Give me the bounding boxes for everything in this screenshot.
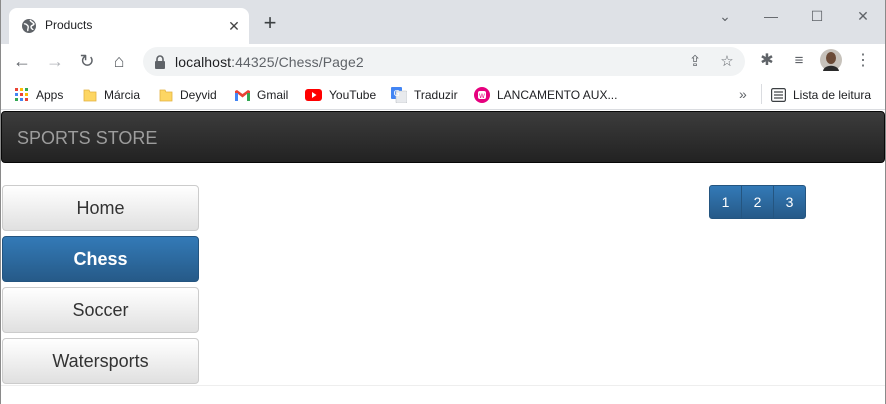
extensions-puzzle-icon[interactable]: ✱ bbox=[755, 49, 779, 73]
folder-icon bbox=[83, 89, 97, 102]
category-home-button[interactable]: Home bbox=[2, 185, 199, 231]
more-bookmarks-chevron-icon[interactable]: » bbox=[739, 85, 747, 103]
gmail-icon bbox=[235, 89, 250, 101]
bookmark-traduzir[interactable]: G Traduzir bbox=[391, 85, 458, 103]
bookmark-deyvid[interactable]: Deyvid bbox=[159, 85, 217, 103]
translate-icon: G bbox=[391, 86, 407, 103]
reading-list-icon bbox=[771, 87, 786, 102]
brand-title[interactable]: SPORTS STORE bbox=[17, 128, 157, 149]
media-queue-icon[interactable]: ≡ bbox=[787, 49, 811, 73]
bookmark-label: Deyvid bbox=[180, 87, 217, 102]
page-2-button[interactable]: 2 bbox=[741, 185, 774, 219]
reading-list-label: Lista de leitura bbox=[793, 87, 872, 102]
bookmark-label: Gmail bbox=[257, 87, 289, 102]
browser-toolbar: ← → ↻ ⌂ localhost:44325/Chess/Page2 ⇪ ☆ … bbox=[1, 44, 885, 78]
bookmark-lancamento[interactable]: W LANCAMENTO AUX... bbox=[474, 85, 617, 103]
youtube-icon bbox=[305, 88, 322, 101]
bookmark-apps[interactable]: Apps bbox=[15, 85, 63, 103]
forward-arrow-icon[interactable]: → bbox=[43, 49, 67, 73]
bookmark-label: Traduzir bbox=[414, 87, 458, 102]
address-bar[interactable]: localhost:44325/Chess/Page2 ⇪ ☆ bbox=[143, 47, 745, 76]
bookmark-label: YouTube bbox=[329, 87, 377, 102]
lock-icon bbox=[155, 55, 165, 69]
category-watersports-button[interactable]: Watersports bbox=[2, 338, 199, 384]
url-path: :44325/Chess/Page2 bbox=[231, 54, 364, 70]
apps-grid-icon bbox=[15, 87, 28, 101]
menu-kebab-icon[interactable]: ⋮ bbox=[851, 49, 875, 73]
url-text[interactable]: localhost:44325/Chess/Page2 bbox=[175, 54, 364, 70]
new-tab-button[interactable]: + bbox=[259, 12, 281, 35]
page-content: SPORTS STORE Home Chess Soccer Waterspor… bbox=[1, 111, 885, 404]
tab-title: Products bbox=[45, 18, 93, 32]
home-icon[interactable]: ⌂ bbox=[107, 49, 131, 73]
wamp-icon: W bbox=[474, 86, 490, 103]
browser-window: Products ✕ + ⌄ — ☐ ✕ ← → ↻ ⌂ localhost:4… bbox=[0, 0, 886, 404]
bookmark-marcia[interactable]: Márcia bbox=[83, 85, 140, 103]
globe-icon bbox=[22, 19, 36, 33]
bookmark-label: Márcia bbox=[104, 87, 141, 102]
close-window-button[interactable]: ✕ bbox=[853, 6, 873, 26]
page-3-button[interactable]: 3 bbox=[773, 185, 806, 219]
bookmark-label: LANCAMENTO AUX... bbox=[497, 87, 618, 102]
bookmarks-separator bbox=[761, 84, 762, 104]
back-arrow-icon[interactable]: ← bbox=[10, 49, 34, 73]
bookmark-youtube[interactable]: YouTube bbox=[305, 85, 376, 103]
category-soccer-button[interactable]: Soccer bbox=[2, 287, 199, 333]
maximize-button[interactable]: ☐ bbox=[807, 6, 827, 26]
bookmark-label: Apps bbox=[36, 87, 64, 102]
page-1-button[interactable]: 1 bbox=[709, 185, 742, 219]
pagination: 1 2 3 bbox=[709, 185, 806, 219]
minimize-button[interactable]: — bbox=[761, 6, 781, 26]
svg-text:G: G bbox=[394, 89, 400, 98]
browser-tab[interactable]: Products ✕ bbox=[9, 8, 249, 44]
profile-avatar[interactable] bbox=[819, 49, 843, 73]
share-icon[interactable]: ⇪ bbox=[685, 52, 705, 72]
bookmark-gmail[interactable]: Gmail bbox=[235, 85, 288, 103]
tab-strip: Products ✕ + ⌄ — ☐ ✕ bbox=[1, 0, 885, 44]
bookmarks-bar: Apps Márcia Deyvid Gmail YouTube G Tradu… bbox=[1, 78, 885, 110]
star-icon[interactable]: ☆ bbox=[717, 52, 737, 72]
tab-search-icon[interactable]: ⌄ bbox=[715, 6, 735, 26]
svg-text:W: W bbox=[479, 93, 485, 100]
tab-close-icon[interactable]: ✕ bbox=[225, 17, 243, 35]
reading-list-button[interactable]: Lista de leitura bbox=[771, 85, 871, 103]
divider bbox=[1, 385, 885, 386]
reload-icon[interactable]: ↻ bbox=[75, 49, 99, 73]
folder-icon bbox=[159, 89, 173, 102]
category-chess-button[interactable]: Chess bbox=[2, 236, 199, 282]
url-host: localhost bbox=[175, 54, 232, 70]
site-navbar: SPORTS STORE bbox=[1, 111, 885, 163]
avatar-icon bbox=[820, 49, 842, 71]
